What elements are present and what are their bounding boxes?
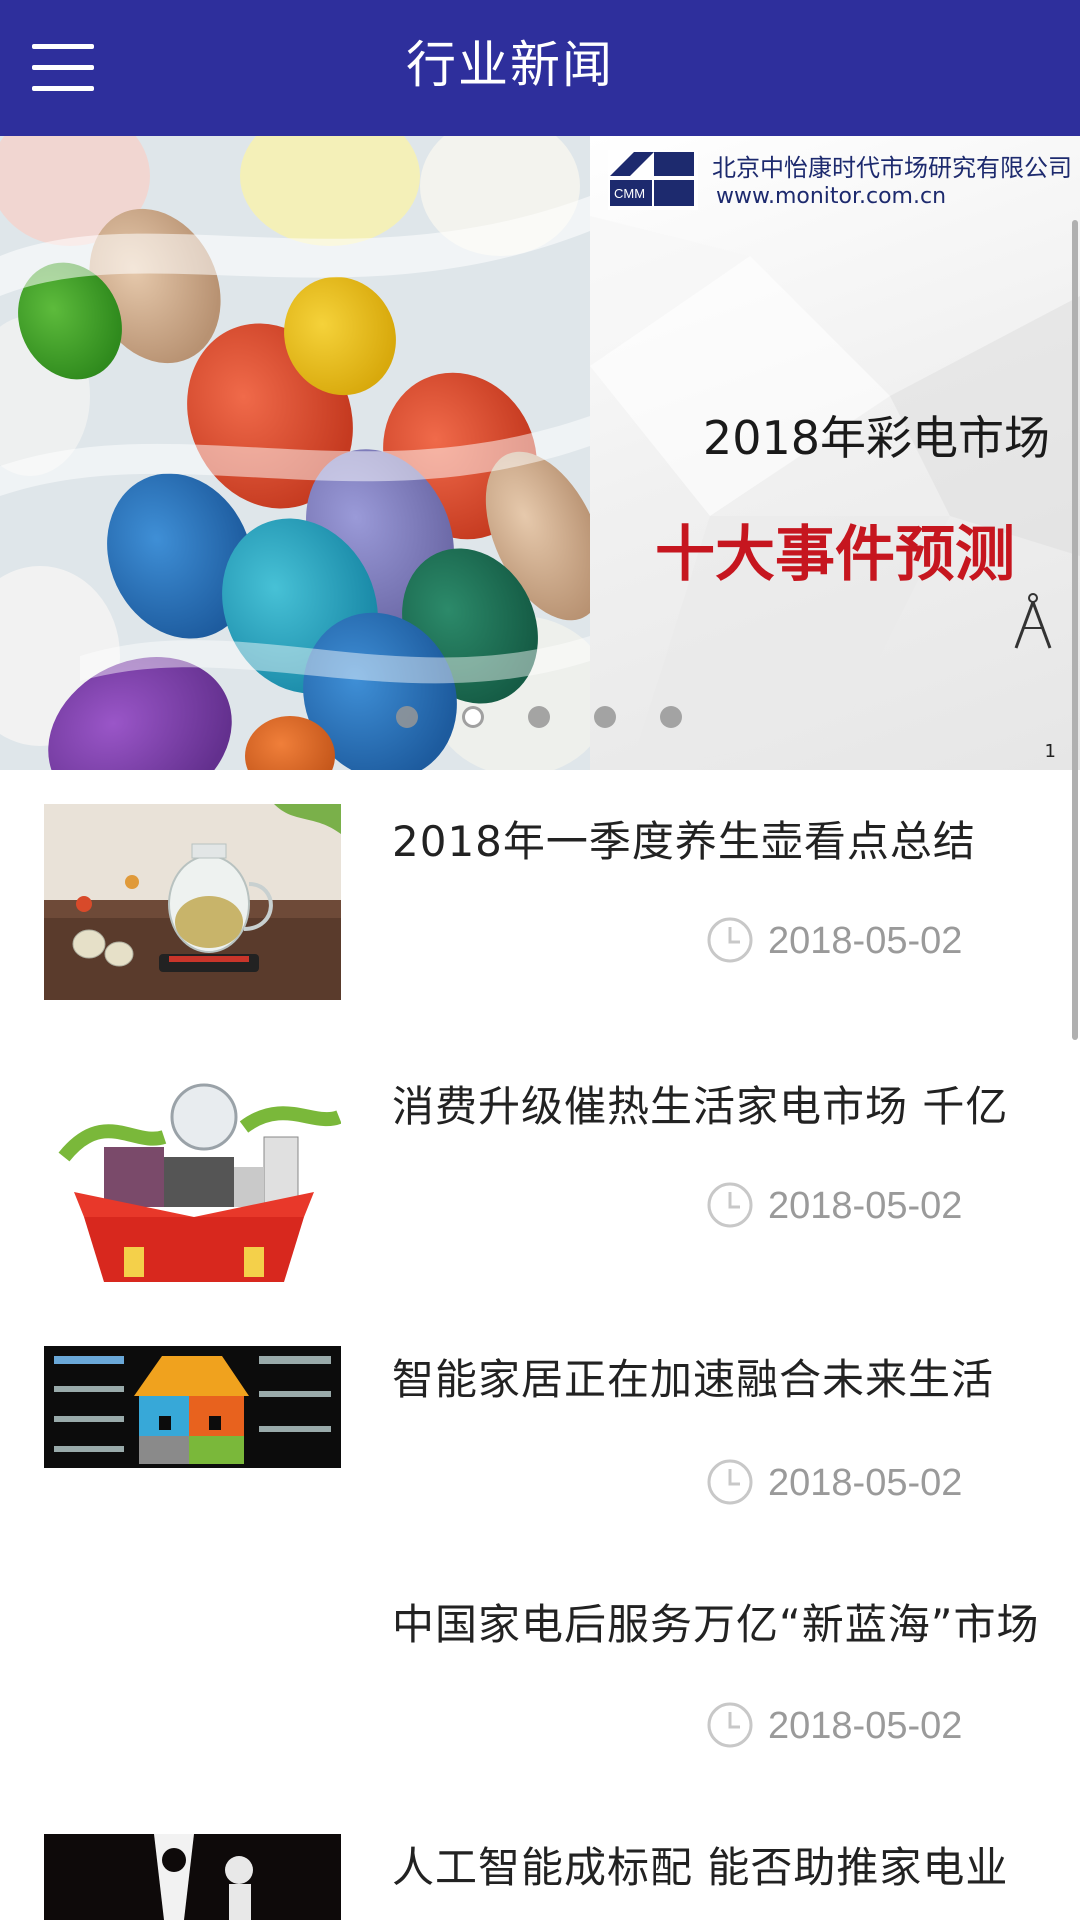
news-thumbnail	[44, 1346, 341, 1468]
news-title: 中国家电后服务万亿“新蓝海”市场	[392, 1600, 1040, 1649]
news-thumbnail	[44, 1834, 341, 1920]
news-date-text: 2018-05-02	[768, 1705, 963, 1747]
news-title: 2018年一季度养生壶看点总结	[392, 817, 976, 866]
scrollbar[interactable]	[1072, 220, 1078, 1040]
company-url: www.monitor.com.cn	[716, 184, 947, 209]
news-date-text: 2018-05-02	[768, 920, 963, 962]
news-date-text: 2018-05-02	[768, 1462, 963, 1504]
news-list-item[interactable]: 智能家居正在加速融合未来生活 2018-05-02	[0, 1330, 1080, 1570]
banner-text-panel: CMM 北京中怡康时代市场研究有限公司 www.monitor.com.cn 2…	[590, 136, 1080, 770]
compass-icon	[1014, 593, 1052, 649]
carousel-dot-active[interactable]	[462, 706, 484, 728]
news-list-item[interactable]: 人工智能成标配 能否助推家电业	[0, 1812, 1080, 1920]
app-bar: 行业新闻	[0, 0, 1080, 136]
carousel-dot[interactable]	[396, 706, 418, 728]
news-date-text: 2018-05-02	[768, 1185, 963, 1227]
news-title: 人工智能成标配 能否助推家电业	[392, 1843, 1009, 1892]
carousel-dot[interactable]	[660, 706, 682, 728]
news-list-item[interactable]: 2018年一季度养生壶看点总结 2018-05-02	[0, 790, 1080, 1040]
cmm-logo: CMM	[608, 150, 698, 210]
clock-icon	[707, 917, 753, 963]
banner-headline: 2018年彩电市场	[702, 411, 1050, 465]
carousel-dot[interactable]	[594, 706, 616, 728]
clock-icon	[707, 1182, 753, 1228]
page-title: 行业新闻	[406, 36, 614, 94]
company-name: 北京中怡康时代市场研究有限公司	[712, 154, 1072, 182]
news-list-item[interactable]: 中国家电后服务万亿“新蓝海”市场 2018-05-02	[0, 1575, 1080, 1805]
banner-carousel[interactable]: CMM 北京中怡康时代市场研究有限公司 www.monitor.com.cn 2…	[0, 136, 1080, 770]
news-title: 智能家居正在加速融合未来生活	[392, 1355, 995, 1404]
news-thumbnail	[44, 1067, 341, 1287]
clock-icon	[707, 1459, 753, 1505]
banner-page-number: 1	[1044, 741, 1056, 762]
svg-text:CMM: CMM	[614, 186, 645, 201]
banner-subheadline: 十大事件预测	[655, 520, 1015, 590]
clock-icon	[707, 1702, 753, 1748]
news-thumbnail	[44, 804, 341, 1000]
carousel-dot[interactable]	[528, 706, 550, 728]
news-title: 消费升级催热生活家电市场 千亿	[392, 1082, 1009, 1131]
news-list-item[interactable]: 消费升级催热生活家电市场 千亿 2018-05-02	[0, 1055, 1080, 1315]
banner-chalk-photo	[0, 136, 590, 770]
